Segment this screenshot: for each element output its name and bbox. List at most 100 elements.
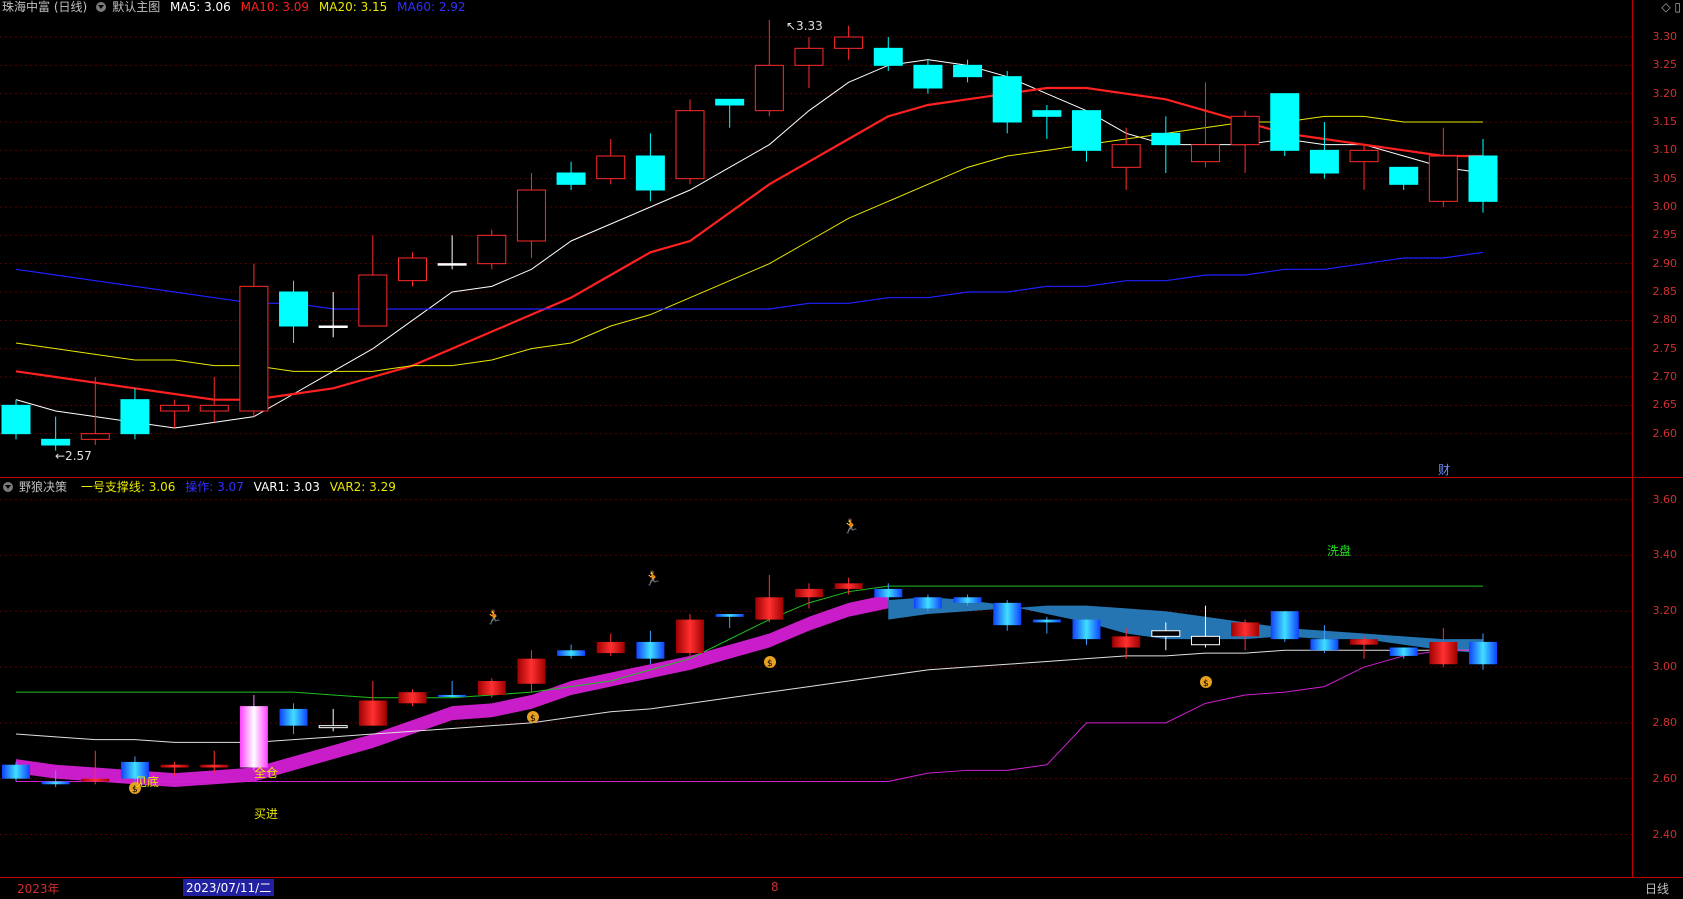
candle-body bbox=[279, 291, 309, 327]
price-tick: 3.15 bbox=[1652, 115, 1678, 128]
signal-bar bbox=[1151, 630, 1181, 637]
signal-bar bbox=[358, 700, 387, 726]
cursor-date: 2023/07/11/二 bbox=[183, 879, 275, 896]
svg-text:$: $ bbox=[767, 659, 773, 669]
signal-bar bbox=[993, 602, 1022, 626]
signal-bar bbox=[1469, 641, 1497, 665]
signal-bar bbox=[636, 641, 665, 659]
chart-name[interactable]: 默认主图 bbox=[112, 0, 160, 14]
candle-body bbox=[397, 257, 427, 282]
money-bag-icon: $ bbox=[1200, 676, 1212, 689]
runner-icon: 🏃 bbox=[644, 570, 661, 587]
indicator-tick: 3.00 bbox=[1652, 660, 1678, 674]
candle-body bbox=[675, 110, 705, 180]
signal-bar bbox=[200, 764, 229, 768]
signal-bar bbox=[1270, 611, 1299, 640]
candle-body bbox=[953, 64, 983, 78]
ma20-label: MA20: 3.15 bbox=[318, 0, 388, 14]
signal-bar bbox=[279, 708, 308, 726]
stock-name: 珠海中富 (日线) bbox=[2, 0, 88, 14]
candle-body bbox=[556, 172, 586, 185]
var1-label: VAR1: 3.03 bbox=[253, 480, 320, 494]
period-label[interactable]: 日线 bbox=[1645, 880, 1669, 897]
high-annotation: ↖3.33 bbox=[786, 19, 823, 33]
month-label: 8 bbox=[771, 880, 779, 894]
dropdown-icon[interactable] bbox=[3, 482, 13, 492]
ma20-line bbox=[15, 115, 1483, 372]
candle-body bbox=[794, 47, 824, 66]
indicator-tick: 3.60 bbox=[1652, 492, 1678, 506]
var2-label: VAR2: 3.29 bbox=[329, 480, 396, 494]
signal-bar bbox=[2, 764, 30, 779]
signal-bar bbox=[596, 641, 625, 654]
main-chart[interactable]: ↖3.33 ←2.57 财 bbox=[0, 0, 1633, 477]
signal-bar bbox=[1389, 647, 1418, 656]
year-label: 2023年 bbox=[17, 882, 60, 896]
candle-body bbox=[1428, 155, 1458, 202]
main-chart-panel[interactable]: ↖3.33 ←2.57 财 珠海中富 (日线) 默认主图 MA5: 3.06 MA10… bbox=[0, 0, 1683, 477]
signal-bottom-label: 见底 bbox=[135, 775, 160, 789]
operate-label: 操作: 3.07 bbox=[185, 480, 244, 494]
indicator-tick: 3.20 bbox=[1652, 604, 1678, 618]
signal-buy-label: 买进 bbox=[254, 807, 279, 821]
signal-bar bbox=[477, 681, 506, 695]
price-tick: 3.10 bbox=[1652, 143, 1678, 157]
price-tick: 2.85 bbox=[1652, 285, 1678, 298]
candle-body bbox=[1151, 132, 1181, 146]
price-tick: 2.65 bbox=[1652, 398, 1678, 412]
candle-body bbox=[477, 234, 507, 265]
candle-body bbox=[1309, 149, 1339, 174]
signal-bar bbox=[398, 692, 427, 704]
candle-body bbox=[1111, 144, 1141, 168]
signal-bar bbox=[41, 781, 70, 785]
candle-body bbox=[1190, 144, 1220, 163]
candle-body bbox=[199, 404, 229, 412]
signal-bar bbox=[1350, 639, 1379, 645]
signal-bar bbox=[160, 764, 189, 768]
candle-body bbox=[41, 438, 71, 446]
indicator-chart[interactable]: $$$$🏃🏃🏃 bbox=[0, 478, 1633, 878]
date-axis-bar[interactable]: 2023年 2023/07/11/二 8 日线 bbox=[0, 877, 1683, 899]
indicator-tick: 2.80 bbox=[1652, 715, 1678, 729]
var2-line bbox=[16, 649, 1483, 782]
indicator-tick: 2.40 bbox=[1652, 827, 1678, 841]
ma10-line bbox=[15, 86, 1483, 401]
candle-body bbox=[1, 404, 31, 435]
signal-bar bbox=[794, 588, 823, 598]
ma60-line bbox=[15, 251, 1484, 310]
main-chart-header: 珠海中富 (日线) 默认主图 MA5: 3.06 MA10: 3.09 MA20:… bbox=[0, 0, 472, 14]
ma5-label: MA5: 3.06 bbox=[170, 0, 231, 14]
candle-body bbox=[1072, 110, 1102, 151]
candle-body bbox=[437, 263, 467, 266]
price-tick: 3.05 bbox=[1652, 171, 1678, 185]
signal-bar bbox=[834, 583, 863, 589]
signal-bar bbox=[1072, 619, 1101, 640]
fall-ribbon bbox=[888, 597, 1483, 654]
dropdown-icon[interactable] bbox=[96, 2, 107, 12]
price-tick: 2.70 bbox=[1652, 370, 1678, 383]
candle-body bbox=[913, 64, 943, 89]
signal-bar bbox=[1112, 636, 1141, 648]
candle-body bbox=[992, 76, 1022, 123]
price-tick: 3.30 bbox=[1652, 30, 1678, 43]
candle-body bbox=[754, 64, 784, 112]
signal-bar bbox=[913, 597, 942, 609]
indicator-header: 野狼决策 一号支撑线: 3.06 操作: 3.07 VAR1: 3.03 VAR… bbox=[0, 480, 402, 494]
signal-bar bbox=[517, 658, 546, 684]
candle-body bbox=[239, 285, 269, 412]
candle-body bbox=[516, 189, 546, 242]
candle-body bbox=[358, 274, 388, 327]
signal-bar bbox=[715, 614, 744, 617]
candle-body bbox=[873, 47, 903, 66]
candle-body bbox=[834, 36, 864, 49]
signal-bar bbox=[1231, 622, 1260, 637]
var1-line bbox=[15, 649, 1483, 743]
candle-body bbox=[1349, 149, 1379, 163]
signal-bar bbox=[953, 597, 982, 603]
indicator-panel[interactable]: $ $ $ $ 🏃 🏃 🏃 野狼决策 一号支撑线: 3.06 操作: 3.07 VAR1: … bbox=[0, 477, 1683, 878]
price-tick: 3.00 bbox=[1652, 200, 1678, 213]
candle-body bbox=[1032, 110, 1062, 117]
indicator-name[interactable]: 野狼决策 bbox=[19, 480, 67, 494]
candle-body bbox=[80, 433, 110, 440]
candle-body bbox=[596, 155, 626, 180]
